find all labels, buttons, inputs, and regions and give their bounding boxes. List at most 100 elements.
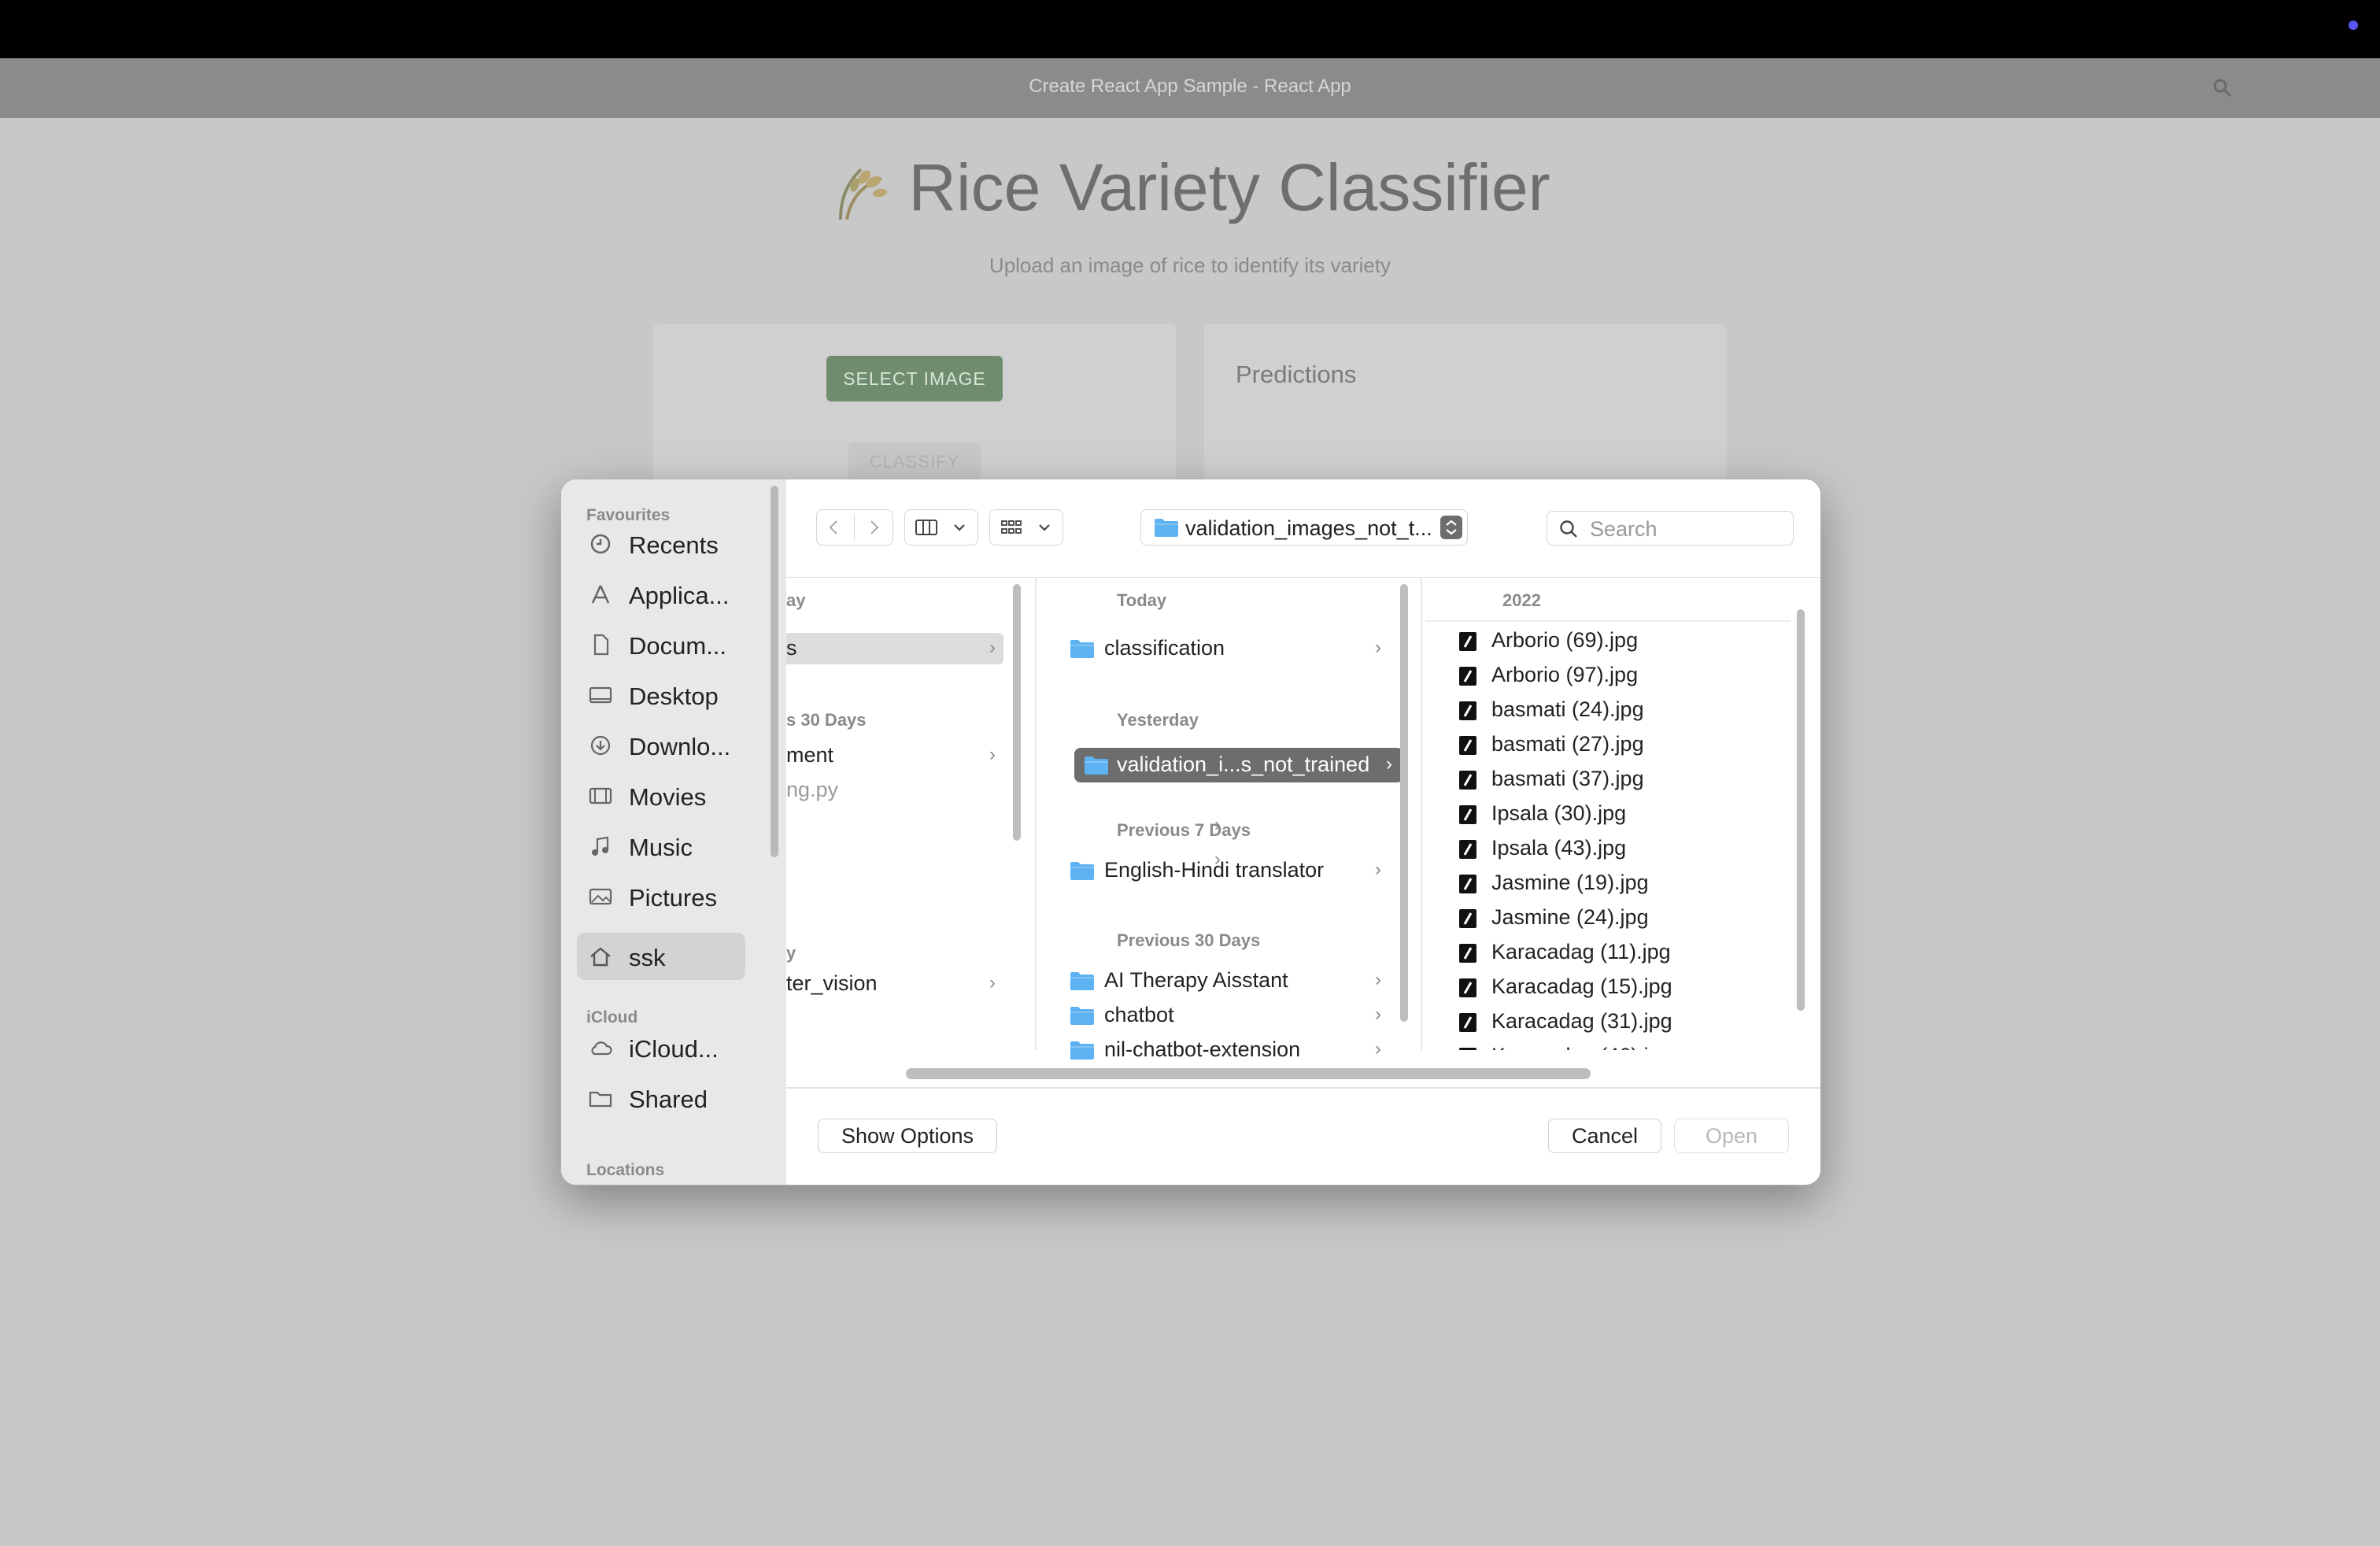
file-row[interactable]: Karacadag (46).jpg — [1439, 1041, 1786, 1050]
file-row[interactable]: basmati (24).jpg — [1439, 694, 1786, 726]
sidebar-item-music[interactable]: Music — [577, 823, 745, 870]
folder-row-validation-selected[interactable]: validation_i...s_not_trained › — [1074, 748, 1403, 782]
chevron-right-icon: › — [1375, 1038, 1381, 1060]
document-icon — [593, 634, 609, 656]
row-label: AI Therapy Aisstant — [1104, 968, 1288, 992]
film-icon — [589, 787, 612, 804]
sidebar-item-icloud-drive[interactable]: iCloud... — [577, 1024, 745, 1071]
column-1-heading-today: ay — [786, 590, 806, 610]
group-view-button[interactable] — [989, 509, 1063, 546]
folder-row-nil-chatbot-label[interactable]: nil-chatbot-extension › — [1057, 1034, 1395, 1066]
sidebar-item-shared[interactable]: Shared — [577, 1074, 745, 1122]
forward-chevron-icon[interactable] — [864, 518, 883, 537]
list-item[interactable]: ter_vision › — [786, 968, 1003, 1000]
folder-row-chatbot[interactable]: chatbot › — [1057, 1000, 1395, 1031]
column-2-heading-30-days: Previous 30 Days — [1117, 930, 1261, 950]
grid-icon — [1001, 520, 1022, 534]
chevron-down-icon — [954, 524, 965, 531]
image-file-icon — [1459, 909, 1476, 928]
file-row[interactable]: Arborio (69).jpg — [1439, 625, 1786, 656]
sidebar-item-label: Docum... — [629, 632, 727, 660]
sidebar-item-downloads[interactable]: Downlo... — [577, 722, 745, 769]
nav-divider — [854, 515, 855, 540]
column-3-heading: 2022 — [1502, 590, 1541, 610]
file-row[interactable]: Jasmine (24).jpg — [1439, 902, 1786, 934]
folder-icon — [1070, 640, 1094, 658]
file-label: Arborio (69).jpg — [1491, 628, 1639, 652]
file-row[interactable]: Jasmine (19).jpg — [1439, 867, 1786, 899]
list-item-file[interactable]: ng.py — [786, 778, 838, 802]
image-file-icon — [1459, 736, 1476, 755]
file-row[interactable]: Ipsala (43).jpg — [1439, 833, 1786, 864]
column-divider[interactable] — [1421, 578, 1422, 1050]
search-placeholder: Search — [1590, 517, 1658, 541]
chevron-right-icon: › — [989, 637, 996, 658]
up-down-chevron-icon — [1440, 516, 1462, 539]
folder-row-ai-therapy[interactable]: AI Therapy Aisstant › — [1057, 965, 1395, 997]
image-file-icon — [1459, 1048, 1476, 1050]
search-field[interactable]: Search — [1547, 511, 1794, 546]
file-label: Ipsala (30).jpg — [1491, 801, 1627, 825]
folder-icon — [1070, 862, 1094, 880]
file-row[interactable]: Karacadag (11).jpg — [1439, 937, 1786, 968]
file-row[interactable]: Ipsala (30).jpg — [1439, 798, 1786, 830]
page-title: Rice Variety Classifier — [0, 150, 2380, 226]
sidebar-item-label: Music — [629, 834, 693, 861]
chevron-right-icon: › — [989, 972, 996, 993]
folder-icon — [1155, 519, 1178, 537]
file-row[interactable]: basmati (27).jpg — [1439, 729, 1786, 760]
sidebar-item-pictures[interactable]: Pictures — [577, 873, 745, 920]
sidebar-item-documents[interactable]: Docum... — [577, 621, 745, 668]
columns-icon — [915, 520, 937, 535]
predictions-card — [1204, 324, 1727, 482]
column-view-button[interactable] — [904, 509, 978, 546]
folder-icon — [1070, 1007, 1094, 1025]
file-row[interactable]: Karacadag (15).jpg — [1439, 971, 1786, 1003]
sidebar-item-ssk[interactable]: ssk — [577, 933, 745, 980]
sidebar-scrollbar[interactable] — [771, 486, 778, 857]
row-label: nil-chatbot-extension — [1104, 1037, 1301, 1061]
clock-icon — [590, 534, 611, 554]
list-item[interactable]: ment › — [786, 740, 1003, 771]
file-row[interactable]: basmati (37).jpg — [1439, 764, 1786, 795]
image-file-icon — [1459, 667, 1476, 686]
select-image-button[interactable]: SELECT IMAGE — [826, 356, 1003, 401]
music-note-icon — [592, 836, 609, 856]
zoom-icon[interactable] — [2212, 77, 2234, 99]
sidebar-item-label: Movies — [629, 783, 707, 811]
column-divider[interactable] — [1035, 578, 1037, 1050]
photo-icon — [589, 888, 612, 905]
row-label: classification — [1104, 636, 1225, 660]
open-button[interactable]: Open — [1674, 1119, 1789, 1153]
location-popup[interactable]: validation_images_not_t... — [1140, 509, 1468, 546]
column-2-scrollbar[interactable] — [1400, 584, 1408, 1022]
file-row[interactable]: Karacadag (31).jpg — [1439, 1006, 1786, 1037]
sidebar-item-movies[interactable]: Movies — [577, 772, 745, 819]
image-file-icon — [1459, 944, 1476, 963]
horizontal-scrollbar[interactable] — [906, 1068, 1591, 1079]
sidebar-item-recents[interactable]: Recents — [577, 520, 745, 568]
folder-row-classification[interactable]: classification › — [1057, 633, 1395, 664]
column-1-selected-row[interactable]: s › — [786, 633, 1003, 664]
sidebar-item-applications[interactable]: Applica... — [577, 571, 745, 618]
folder-row-english-hindi[interactable]: English-Hindi translator › — [1057, 855, 1395, 886]
file-list: Arborio (69).jpg Arborio (97).jpg basmati … — [1439, 625, 1786, 1050]
classify-button[interactable]: CLASSIFY — [848, 442, 981, 482]
folder-icon — [1070, 972, 1094, 990]
dialog-sidebar: Favourites Recents Applica... Docum... D… — [561, 479, 786, 1185]
file-label: Jasmine (19).jpg — [1491, 871, 1649, 894]
file-row[interactable]: Arborio (97).jpg — [1439, 660, 1786, 691]
column-3-scrollbar[interactable] — [1797, 609, 1805, 1011]
applications-icon — [591, 585, 610, 604]
footer-divider — [786, 1087, 1820, 1089]
sidebar-item-desktop[interactable]: Desktop — [577, 671, 745, 719]
location-label: validation_images_not_t... — [1185, 516, 1432, 540]
show-options-button[interactable]: Show Options — [818, 1119, 997, 1153]
cancel-button[interactable]: Cancel — [1548, 1119, 1661, 1153]
row-label: s — [786, 636, 797, 660]
sidebar-item-label: Shared — [629, 1086, 708, 1113]
column-1-scrollbar[interactable] — [1013, 584, 1021, 841]
row-label: validation_i...s_not_trained — [1117, 753, 1370, 776]
column-1-heading-30-days: s 30 Days — [786, 710, 867, 730]
back-chevron-icon[interactable] — [825, 518, 844, 537]
